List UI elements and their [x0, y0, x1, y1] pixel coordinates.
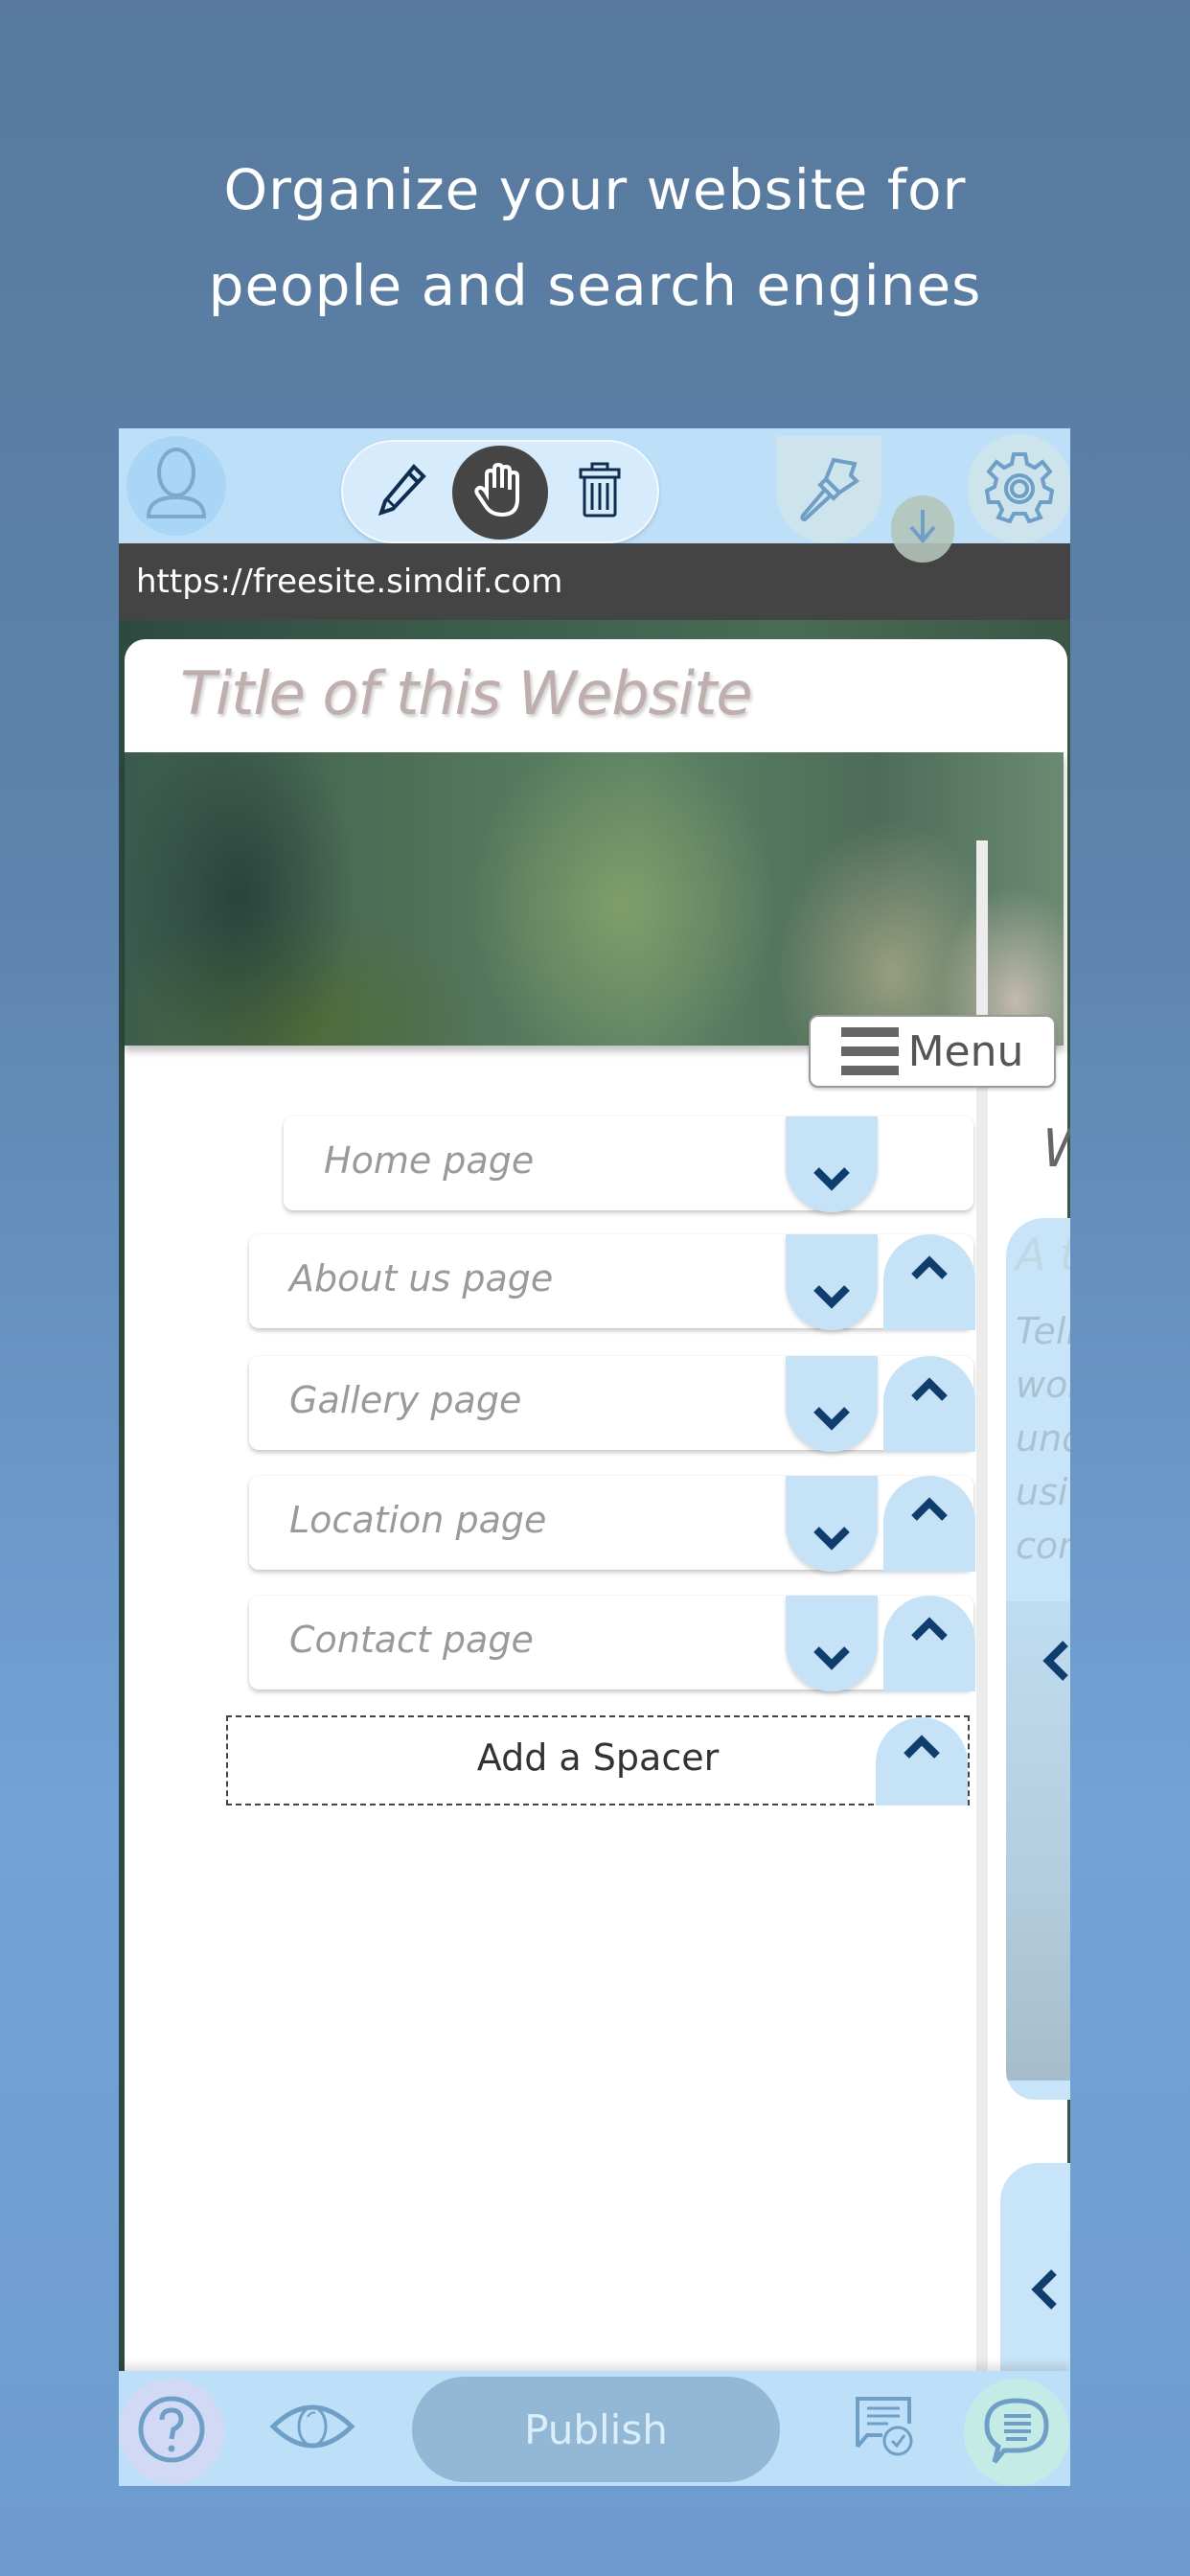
hamburger-icon: [840, 1027, 899, 1075]
chat-button[interactable]: [964, 2379, 1069, 2486]
move-up-button[interactable]: [883, 1234, 975, 1330]
banner-image[interactable]: [125, 752, 1064, 1046]
move-up-button[interactable]: [883, 1596, 975, 1691]
page-row-about[interactable]: About us page: [249, 1234, 975, 1330]
menu-label: Menu: [907, 1026, 1024, 1076]
page-row-home[interactable]: Home page: [284, 1116, 973, 1212]
site-title[interactable]: Title of this Website: [180, 658, 753, 728]
user-silhouette-icon: [143, 446, 210, 526]
move-down-button[interactable]: [786, 1234, 878, 1330]
preview-text-line: Tell: [1016, 1310, 1070, 1352]
publish-status-button[interactable]: [891, 495, 954, 563]
chevron-left-icon[interactable]: [1029, 2268, 1058, 2314]
add-spacer-button[interactable]: Add a Spacer: [226, 1715, 970, 1806]
trash-icon: [577, 462, 623, 521]
paintbrush-icon: [795, 452, 862, 527]
preview-text-line: und: [1016, 1417, 1070, 1460]
tool-selector: [341, 440, 659, 543]
question-mark-icon: [137, 2395, 206, 2468]
move-tool-button[interactable]: [452, 446, 548, 540]
preview-text-block[interactable]: A t Tell wor und usi con: [1006, 1218, 1070, 2100]
preview-heading: W: [1042, 1118, 1070, 1179]
app-frame: Title of this Website Menu W A t Tell wo…: [119, 428, 1070, 2486]
page-row-contact[interactable]: Contact page: [249, 1596, 975, 1691]
pencil-icon: [376, 461, 429, 522]
page-row-gallery[interactable]: Gallery page: [249, 1356, 975, 1452]
page-label: Gallery page: [289, 1379, 522, 1421]
bottom-toolbar: Publish: [119, 2371, 1070, 2486]
review-button[interactable]: [837, 2380, 933, 2476]
headline-line-1: Organize your website for: [223, 157, 967, 222]
site-url[interactable]: https://freesite.simdif.com: [136, 563, 562, 601]
move-down-button[interactable]: [786, 1116, 878, 1212]
edit-tool-button[interactable]: [355, 442, 450, 541]
page-row-location[interactable]: Location page: [249, 1476, 975, 1572]
down-arrow-icon: [906, 506, 939, 552]
help-button[interactable]: [119, 2379, 224, 2484]
headline: Organize your website for people and sea…: [0, 142, 1190, 334]
menu-button[interactable]: Menu: [809, 1015, 1056, 1088]
speech-bubble-icon: [981, 2395, 1052, 2470]
preview-button[interactable]: [264, 2380, 360, 2476]
publish-button[interactable]: Publish: [412, 2377, 780, 2482]
move-up-button[interactable]: [876, 1717, 968, 1806]
document-check-icon: [854, 2395, 917, 2462]
delete-tool-button[interactable]: [552, 442, 648, 541]
chevron-left-icon[interactable]: [1041, 1640, 1069, 1686]
page-label: Contact page: [289, 1619, 534, 1661]
move-down-button[interactable]: [786, 1476, 878, 1572]
move-up-button[interactable]: [883, 1356, 975, 1452]
add-spacer-label: Add a Spacer: [476, 1736, 720, 1779]
page-label: Location page: [289, 1499, 547, 1541]
preview-block-title: A t: [1016, 1229, 1070, 1280]
gear-icon: [983, 450, 1056, 527]
eye-icon: [269, 2398, 355, 2459]
hand-icon: [473, 461, 527, 524]
preview-text-line: wor: [1016, 1364, 1070, 1406]
page-label: Home page: [324, 1139, 535, 1182]
preview-text-line: usi: [1016, 1471, 1068, 1513]
headline-line-2: people and search engines: [208, 253, 982, 318]
preview-text-line: con: [1016, 1525, 1070, 1567]
page-label: About us page: [289, 1257, 554, 1300]
move-down-button[interactable]: [786, 1596, 878, 1691]
move-down-button[interactable]: [786, 1356, 878, 1452]
design-button[interactable]: [776, 436, 881, 543]
move-up-button[interactable]: [883, 1476, 975, 1572]
account-button[interactable]: [126, 436, 226, 536]
settings-button[interactable]: [968, 434, 1070, 543]
